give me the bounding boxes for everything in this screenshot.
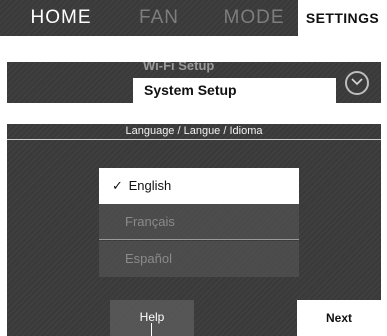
language-option-spanish[interactable]: Español <box>99 241 299 277</box>
settings-menu-strip: Wi-Fi Setup System Setup <box>7 62 381 103</box>
panel-title: Language / Langue / Idioma <box>7 124 381 140</box>
next-button[interactable]: Next <box>297 300 381 336</box>
language-option-label: English <box>128 178 172 193</box>
nav-mode-tab[interactable]: MODE <box>214 0 294 36</box>
chevron-down-glyph <box>351 78 363 86</box>
language-option-french[interactable]: Français <box>99 204 299 240</box>
menu-item-system-setup[interactable]: System Setup <box>133 78 336 103</box>
check-icon: ✓ <box>112 178 123 193</box>
menu-item-previous[interactable]: Wi-Fi Setup <box>129 62 329 76</box>
language-option-english[interactable]: ✓ English <box>99 168 299 204</box>
thermostat-screen: HOME FAN MODE SETTINGS Wi-Fi Setup Syste… <box>0 0 387 336</box>
nav-fan-tab[interactable]: FAN <box>124 0 194 36</box>
nav-settings-tab[interactable]: SETTINGS <box>298 0 387 36</box>
language-option-label: Español <box>125 251 172 266</box>
nav-home-tab[interactable]: HOME <box>6 0 116 36</box>
chevron-down-icon[interactable] <box>345 71 369 95</box>
help-button-label: Help <box>139 310 165 324</box>
language-panel: Language / Langue / Idioma ✓ English Fra… <box>7 124 381 336</box>
top-nav: HOME FAN MODE SETTINGS <box>0 0 387 36</box>
text-cursor <box>151 323 152 336</box>
help-button[interactable]: Help <box>110 300 194 336</box>
language-option-label: Français <box>125 214 175 229</box>
